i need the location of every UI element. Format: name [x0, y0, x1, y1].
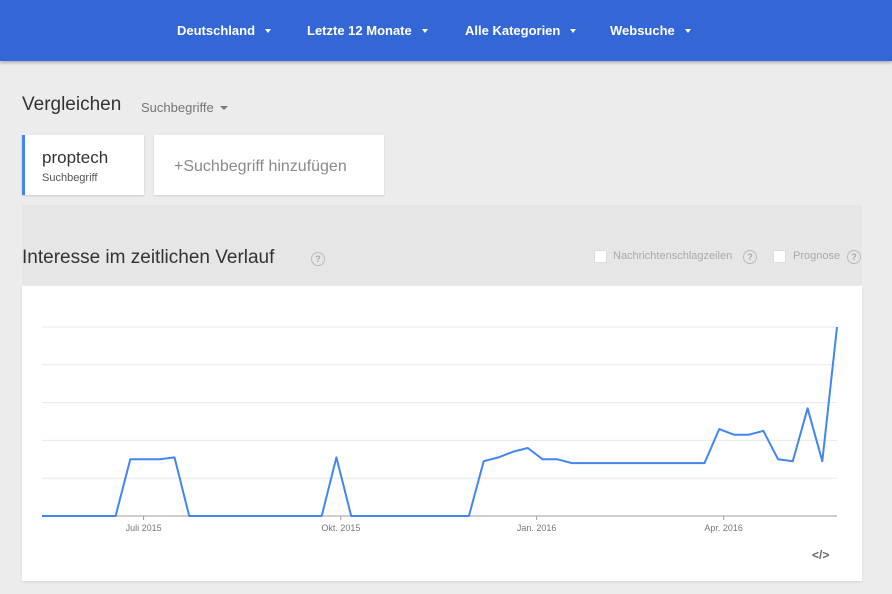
category-filter[interactable]: Alle Kategorien — [465, 23, 577, 38]
region-filter[interactable]: Deutschland — [177, 23, 272, 38]
dropdown-arrow-icon — [265, 28, 272, 33]
interest-line-chart[interactable]: Juli 2015 Okt. 2015 Jan. 2016 Apr. 2016 — [22, 286, 862, 581]
compare-title: Vergleichen — [22, 94, 122, 115]
embed-code-button[interactable]: </> — [812, 548, 829, 562]
search-term-name: proptech — [42, 148, 109, 167]
compare-mode-dropdown[interactable]: Suchbegriffe — [141, 100, 228, 115]
x-tick-label: Jan. 2016 — [517, 523, 557, 533]
help-icon[interactable]: ? — [311, 252, 325, 266]
section-header-band — [22, 205, 862, 285]
plus-icon: + — [174, 158, 184, 175]
x-tick-label: Apr. 2016 — [704, 523, 743, 533]
forecast-label: Prognose — [793, 250, 841, 262]
add-search-term-label: +Suchbegriff hinzufügen — [174, 158, 347, 176]
series-line-proptech — [42, 326, 838, 517]
interest-over-time-title: Interesse im zeitlichen Verlauf — [22, 247, 275, 268]
search-type-filter-label: Websuche — [610, 23, 675, 38]
compare-mode-label: Suchbegriffe — [141, 100, 214, 115]
search-type-filter[interactable]: Websuche — [610, 23, 691, 38]
help-icon[interactable]: ? — [743, 250, 757, 264]
category-filter-label: Alle Kategorien — [465, 23, 561, 38]
search-term-type: Suchbegriff — [42, 172, 98, 184]
x-tick-label: Okt. 2015 — [321, 523, 360, 533]
region-filter-label: Deutschland — [177, 23, 256, 38]
dropdown-arrow-icon — [219, 105, 228, 110]
add-search-term-text: Suchbegriff hinzufügen — [183, 158, 347, 175]
x-tick-label: Juli 2015 — [126, 523, 162, 533]
time-range-filter-label: Letzte 12 Monate — [307, 23, 412, 38]
forecast-checkbox[interactable] — [773, 250, 786, 263]
time-range-filter[interactable]: Letzte 12 Monate — [307, 23, 428, 38]
dropdown-arrow-icon — [421, 28, 428, 33]
news-headlines-label: Nachrichtenschlagzeilen — [613, 250, 733, 262]
add-search-term-card[interactable]: +Suchbegriff hinzufügen — [154, 135, 384, 195]
dropdown-arrow-icon — [684, 28, 691, 33]
top-filter-bar: Deutschland Letzte 12 Monate Alle Katego… — [0, 0, 892, 61]
search-term-card[interactable]: proptech Suchbegriff — [22, 135, 144, 195]
interest-chart-card: Juli 2015 Okt. 2015 Jan. 2016 Apr. 2016 — [22, 286, 862, 581]
help-icon[interactable]: ? — [847, 250, 861, 264]
news-headlines-checkbox[interactable] — [594, 250, 607, 263]
dropdown-arrow-icon — [570, 28, 577, 33]
